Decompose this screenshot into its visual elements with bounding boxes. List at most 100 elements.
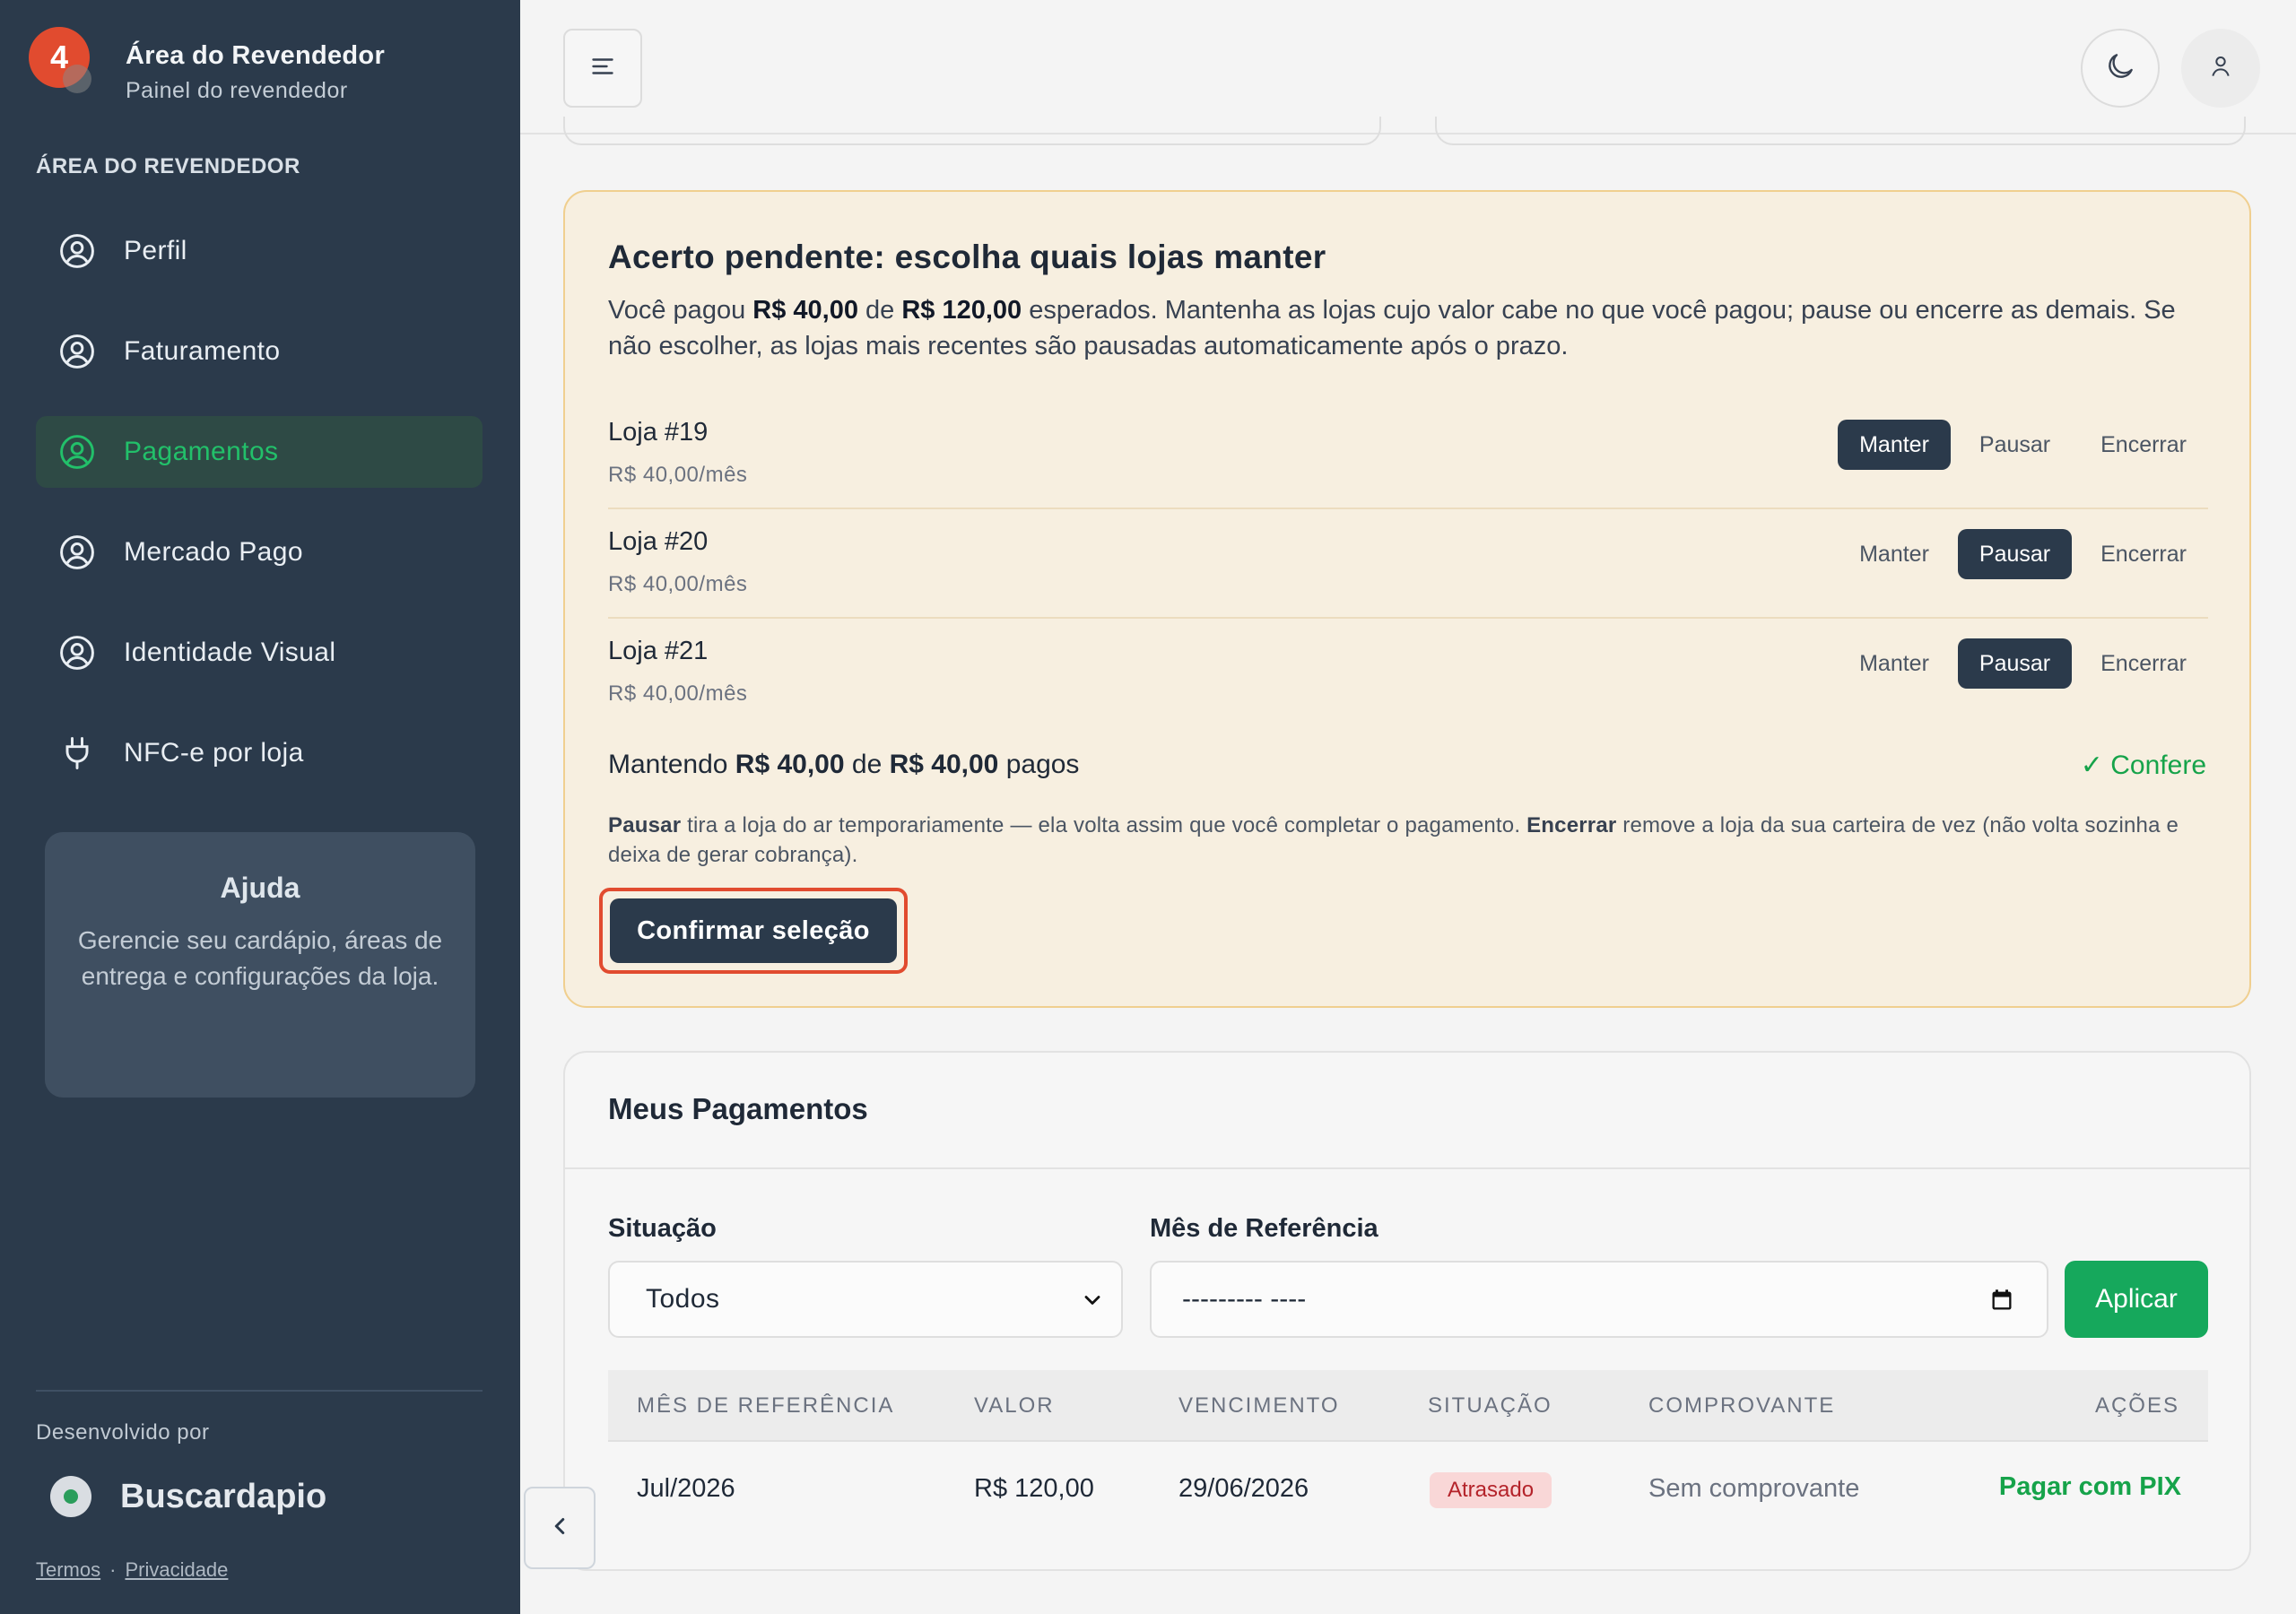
sidebar-nav: Perfil Faturamento Pagamentos Mercado Pa… (36, 215, 483, 818)
paid-amount: R$ 40,00 (752, 296, 858, 325)
user-circle-icon (57, 231, 97, 271)
store-row: Loja #20 R$ 40,00/mês Manter Pausar Ence… (608, 509, 2208, 619)
partial-card-left (563, 117, 1381, 145)
payments-card: Meus Pagamentos Situação Mês de Referênc… (563, 1051, 2251, 1571)
brand-logo: 4 (29, 27, 91, 93)
developer-brand[interactable]: Buscardapio (50, 1476, 326, 1517)
month-filter-label: Mês de Referência (1150, 1214, 1378, 1243)
column-header: VALOR (974, 1393, 1055, 1418)
pending-settlement-card: Acerto pendente: escolha quais lojas man… (563, 190, 2251, 1008)
user-circle-icon (57, 533, 97, 572)
user-circle-icon (57, 432, 97, 472)
store-name: Loja #19 (608, 418, 709, 447)
store-row: Loja #19 R$ 40,00/mês Manter Pausar Ence… (608, 400, 2208, 509)
help-text: Gerencie seu cardápio, áreas de entrega … (77, 926, 443, 990)
sidebar-item-label: Faturamento (124, 336, 281, 366)
table-row: Jul/2026 R$ 120,00 29/06/2026 Atrasado S… (608, 1442, 2208, 1532)
sidebar-collapse-button[interactable] (524, 1487, 596, 1569)
table-header: MÊS DE REFERÊNCIA VALOR VENCIMENTO SITUA… (608, 1370, 2208, 1442)
column-header: SITUAÇÃO (1428, 1393, 1552, 1418)
pending-title: Acerto pendente: escolha quais lojas man… (608, 239, 1326, 275)
developed-by-label: Desenvolvido por (36, 1420, 210, 1445)
privacy-link[interactable]: Privacidade (125, 1558, 228, 1581)
payments-title: Meus Pagamentos (608, 1092, 868, 1125)
keeping-summary: Mantendo R$ 40,00 de R$ 40,00 pagos (608, 750, 1080, 779)
sidebar-divider (36, 1390, 483, 1392)
calendar-icon[interactable] (1989, 1288, 2014, 1320)
pending-description: Você pagou R$ 40,00 de R$ 120,00 esperad… (608, 296, 2176, 360)
user-menu-button[interactable] (2181, 29, 2260, 108)
cell-value: R$ 120,00 (974, 1474, 1094, 1503)
footer-links: Termos · Privacidade (36, 1558, 228, 1582)
apply-button[interactable]: Aplicar (2065, 1261, 2208, 1338)
sidebar: 4 Área do Revendedor Painel do revendedo… (0, 0, 520, 1614)
sidebar-item-mercado-pago[interactable]: Mercado Pago (36, 516, 483, 588)
option-encerrar-button[interactable]: Encerrar (2079, 638, 2208, 689)
help-card: Ajuda Gerencie seu cardápio, áreas de en… (45, 832, 475, 1098)
store-options: Manter Pausar Encerrar (1838, 638, 2208, 689)
options-note: Pausar tira a loja do ar temporariamente… (608, 813, 2179, 867)
option-manter-button[interactable]: Manter (1838, 638, 1951, 689)
sidebar-item-label: NFC-e por loja (124, 738, 304, 768)
store-options: Manter Pausar Encerrar (1838, 420, 2208, 470)
status-badge: Atrasado (1430, 1472, 1552, 1508)
expected-amount: R$ 120,00 (901, 296, 1022, 325)
store-price: R$ 40,00/mês (608, 572, 748, 596)
brand-title: Área do Revendedor (126, 41, 386, 70)
brand-subtitle: Painel do revendedor (126, 78, 348, 103)
sidebar-item-perfil[interactable]: Perfil (36, 215, 483, 287)
sidebar-section-label: ÁREA DO REVENDEDOR (36, 154, 300, 178)
status-select[interactable]: Todos (608, 1261, 1123, 1338)
cell-due-date: 29/06/2026 (1178, 1474, 1309, 1503)
brand[interactable]: 4 Área do Revendedor Painel do revendedo… (29, 27, 385, 104)
buscardapio-logo-icon (50, 1476, 91, 1517)
sidebar-item-label: Identidade Visual (124, 638, 336, 667)
column-header: VENCIMENTO (1178, 1393, 1340, 1418)
partial-card-right (1435, 117, 2246, 145)
chevron-down-icon (1080, 1288, 1105, 1320)
payments-divider (565, 1167, 2249, 1169)
option-pausar-button[interactable]: Pausar (1957, 638, 2073, 689)
store-price: R$ 40,00/mês (608, 463, 748, 487)
sidebar-item-faturamento[interactable]: Faturamento (36, 316, 483, 387)
pay-with-pix-link[interactable]: Pagar com PIX (1999, 1472, 2181, 1502)
option-pausar-button[interactable]: Pausar (1957, 529, 2073, 579)
menu-toggle-button[interactable] (563, 29, 642, 108)
user-circle-icon (57, 633, 97, 672)
column-header: COMPROVANTE (1648, 1393, 1836, 1418)
status-filter-label: Situação (608, 1214, 717, 1243)
sidebar-item-label: Pagamentos (124, 437, 279, 466)
cell-month: Jul/2026 (637, 1474, 735, 1503)
option-manter-button[interactable]: Manter (1838, 420, 1951, 470)
user-icon (2206, 52, 2235, 85)
column-header: AÇÕES (2094, 1393, 2179, 1418)
status-select-value: Todos (646, 1284, 720, 1314)
sidebar-item-identidade-visual[interactable]: Identidade Visual (36, 617, 483, 689)
terms-link[interactable]: Termos (36, 1558, 100, 1581)
sidebar-item-pagamentos[interactable]: Pagamentos (36, 416, 483, 488)
option-encerrar-button[interactable]: Encerrar (2079, 420, 2208, 470)
sidebar-item-nfce[interactable]: NFC-e por loja (36, 717, 483, 789)
store-name: Loja #20 (608, 527, 709, 556)
moon-icon (2103, 49, 2137, 88)
footer-separator: · (109, 1558, 117, 1581)
confirm-selection-button[interactable]: Confirmar seleção (610, 898, 897, 963)
month-input-value: --------- ---- (1182, 1284, 1307, 1314)
store-name: Loja #21 (608, 637, 709, 665)
sidebar-item-label: Perfil (124, 236, 187, 265)
option-encerrar-button[interactable]: Encerrar (2079, 529, 2208, 579)
option-manter-button[interactable]: Manter (1838, 529, 1951, 579)
cell-receipt: Sem comprovante (1648, 1474, 1860, 1503)
chevron-left-icon (546, 1513, 573, 1544)
store-price: R$ 40,00/mês (608, 681, 748, 706)
option-pausar-button[interactable]: Pausar (1958, 420, 2072, 470)
confere-status: ✓ Confere (2080, 751, 2206, 780)
theme-toggle-button[interactable] (2081, 29, 2160, 108)
notification-badge: 4 (49, 39, 69, 75)
month-reference-input[interactable]: --------- ---- (1150, 1261, 2048, 1338)
store-row: Loja #21 R$ 40,00/mês Manter Pausar Ence… (608, 619, 2208, 728)
confirm-highlight: Confirmar seleção (599, 888, 908, 974)
help-title: Ajuda (220, 872, 300, 904)
developer-name: Buscardapio (120, 1477, 327, 1515)
topbar (520, 0, 2296, 134)
